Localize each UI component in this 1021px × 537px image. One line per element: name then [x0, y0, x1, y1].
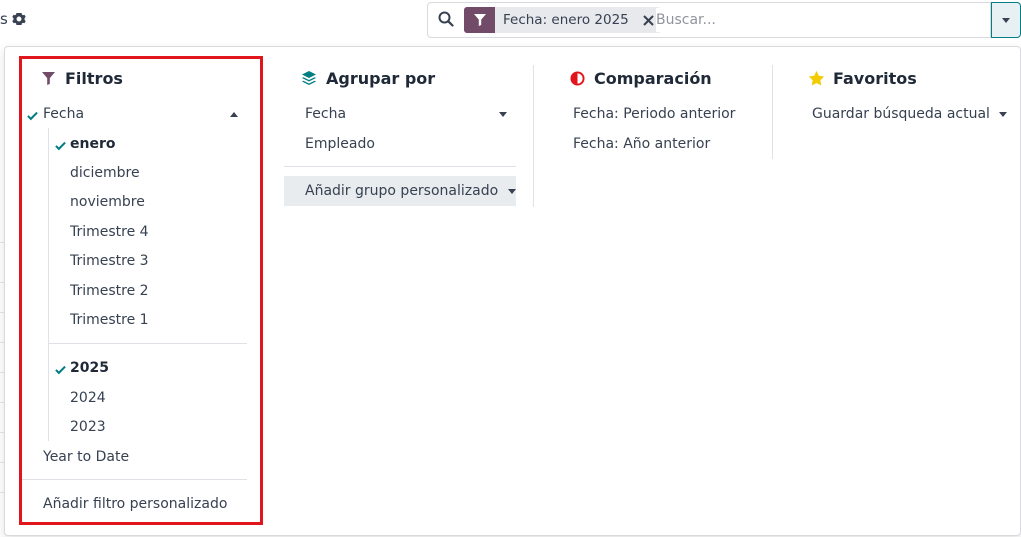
save-current-search-label: Guardar búsqueda actual	[812, 106, 990, 122]
groupby-column: Agrupar por	[300, 65, 435, 91]
column-divider	[533, 65, 534, 207]
divider	[284, 166, 516, 167]
caret-down-icon	[999, 111, 1008, 117]
control-panel-topbar: s Fecha: enero 2025	[0, 0, 1021, 42]
search-panel-dropdown: Filtros Fecha enero diciembre noviembre …	[4, 46, 1021, 536]
comparison-title: Comparación	[594, 68, 712, 88]
search-facet: Fecha: enero 2025	[464, 7, 661, 33]
highlight-box	[19, 56, 263, 525]
caret-down-icon	[1002, 17, 1010, 23]
groupby-empleado[interactable]: Empleado	[305, 132, 375, 156]
groupby-title: Agrupar por	[326, 68, 436, 88]
favorites-title: Favoritos	[833, 68, 917, 88]
search-panel-toggle-button[interactable]	[991, 2, 1021, 38]
search-bar: Fecha: enero 2025	[427, 2, 991, 38]
column-divider	[772, 65, 773, 159]
breadcrumb-fragment: s	[0, 10, 8, 28]
search-input[interactable]	[656, 8, 976, 32]
layers-icon	[300, 69, 318, 87]
caret-down-icon	[499, 112, 507, 117]
facet-label: Fecha: enero 2025	[503, 12, 629, 28]
groupby-fecha-label: Fecha	[305, 106, 347, 122]
favorites-column: Favoritos	[807, 65, 917, 91]
add-custom-group-select[interactable]: Añadir grupo personalizado	[284, 176, 516, 206]
gear-icon[interactable]	[12, 12, 28, 28]
comparison-header: Comparación	[568, 65, 712, 91]
half-circle-icon	[568, 69, 586, 87]
comparison-previous-period[interactable]: Fecha: Periodo anterior	[573, 102, 735, 126]
add-custom-group-label: Añadir grupo personalizado	[305, 183, 499, 199]
filter-icon	[464, 7, 495, 33]
comparison-previous-year[interactable]: Fecha: Año anterior	[573, 132, 710, 156]
groupby-fecha[interactable]: Fecha	[305, 102, 508, 126]
caret-down-icon	[507, 188, 516, 194]
save-current-search[interactable]: Guardar búsqueda actual	[812, 102, 1008, 126]
groupby-header: Agrupar por	[300, 65, 435, 91]
search-icon[interactable]	[438, 11, 456, 29]
comparison-column: Comparación	[568, 65, 712, 91]
favorites-header: Favoritos	[807, 65, 917, 91]
star-icon	[807, 69, 825, 87]
